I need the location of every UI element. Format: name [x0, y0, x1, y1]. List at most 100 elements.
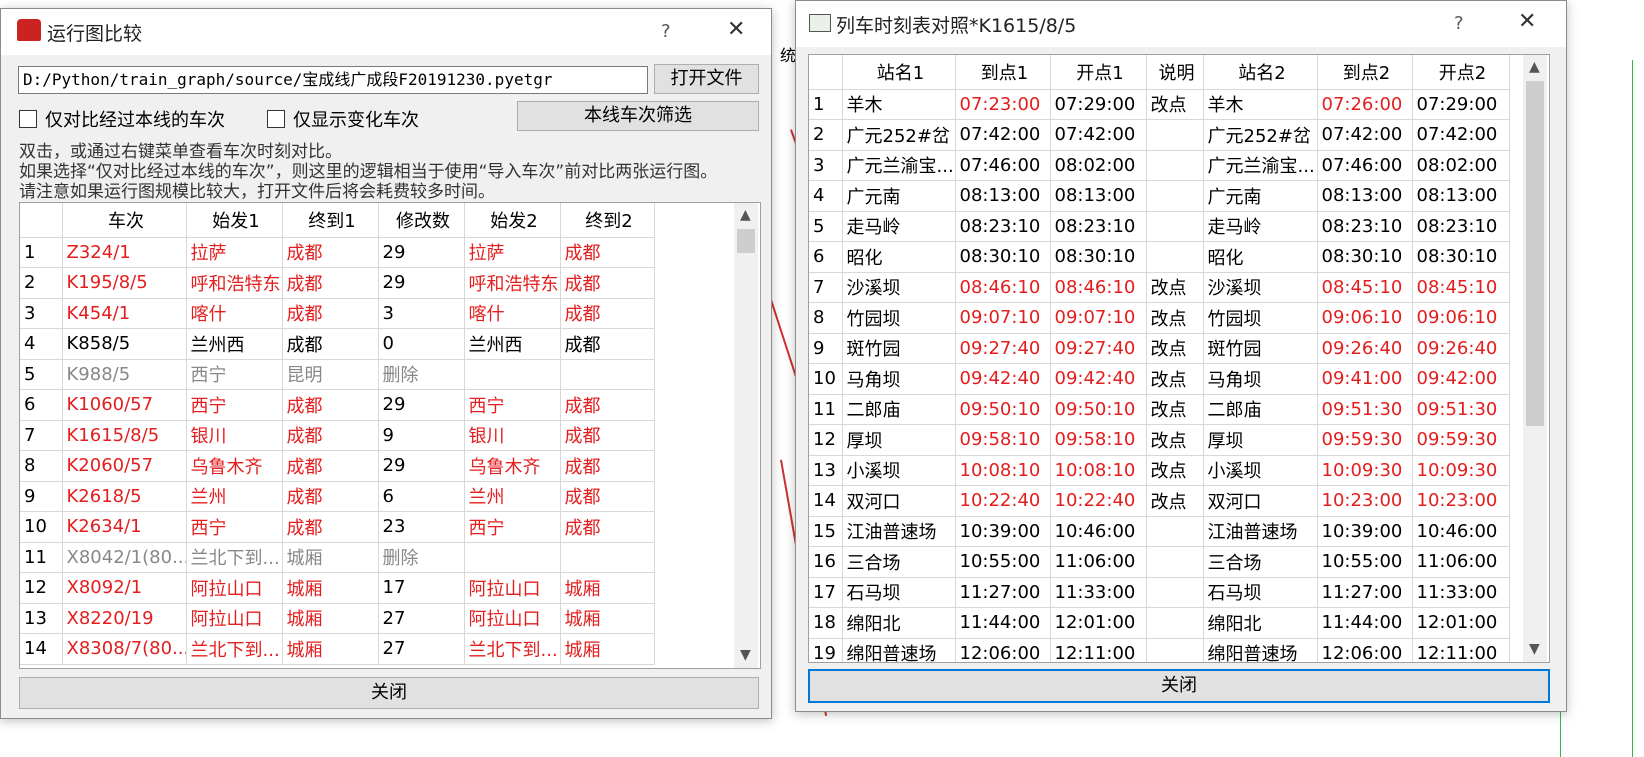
table-cell[interactable]: 银川 [186, 420, 283, 451]
row-number[interactable]: 3 [20, 298, 63, 329]
table-cell[interactable]: 广元南 [1203, 180, 1318, 212]
table-cell[interactable]: K1060/57 [62, 389, 187, 421]
table-cell[interactable]: 绵阳北 [1203, 607, 1318, 639]
row-number[interactable]: 11 [809, 394, 843, 425]
table-row[interactable]: 19 绵阳普速场 12:06:00 12:11:00 绵阳普速场 12:06:00 12:1… [809, 638, 1510, 662]
table-row[interactable]: 8 K2060/57 乌鲁木齐 成都 29 乌鲁木齐 成都 [20, 450, 655, 482]
table-cell[interactable]: 11:27:00 [955, 577, 1051, 608]
table-row[interactable]: 2 广元252#岔 07:42:00 07:42:00 广元252#岔 07:42:00 0… [809, 119, 1510, 151]
table-cell[interactable]: 09:27:40 [1050, 333, 1147, 364]
table-cell[interactable]: 三合场 [1203, 546, 1318, 578]
table-cell[interactable]: 08:02:00 [1412, 150, 1510, 181]
table-cell[interactable]: 10:46:00 [1412, 516, 1510, 547]
only-changed-checkbox[interactable]: 仅显示变化车次 [267, 106, 419, 132]
row-number[interactable]: 5 [809, 211, 843, 242]
scroll-up-icon[interactable]: ▲ [740, 207, 751, 223]
table-cell[interactable]: 竹园坝 [842, 302, 956, 334]
table-cell[interactable]: 厚坝 [1203, 424, 1318, 456]
row-number[interactable]: 18 [809, 607, 843, 639]
row-number[interactable]: 1 [809, 89, 843, 120]
table-cell[interactable]: 喀什 [464, 298, 561, 329]
table-cell[interactable] [1146, 607, 1204, 639]
close-icon[interactable]: ✕ [727, 17, 745, 42]
table-cell[interactable]: 07:46:00 [1317, 150, 1413, 181]
table-cell[interactable]: 11:06:00 [1050, 546, 1147, 578]
table-cell[interactable]: 27 [378, 603, 465, 634]
table-cell[interactable]: 08:46:10 [955, 272, 1051, 303]
table-cell[interactable]: 兰北下到... [464, 633, 561, 665]
scroll-thumb[interactable] [737, 229, 755, 253]
table-cell[interactable]: 三合场 [842, 546, 956, 578]
table-cell[interactable]: 西宁 [464, 389, 561, 421]
help-icon[interactable]: ? [661, 21, 671, 42]
table-cell[interactable]: 08:30:10 [1317, 241, 1413, 273]
table-cell[interactable]: 09:27:40 [955, 333, 1051, 364]
row-number[interactable]: 3 [809, 150, 843, 181]
row-number[interactable]: 13 [20, 603, 63, 634]
table-row[interactable]: 4 广元南 08:13:00 08:13:00 广元南 08:13:00 08:13:00 [809, 180, 1510, 212]
table-cell[interactable]: 成都 [282, 389, 379, 421]
right-close-button[interactable]: 关闭 [808, 669, 1550, 703]
table-cell[interactable]: 成都 [282, 267, 379, 299]
table-cell[interactable]: 双河口 [1203, 485, 1318, 517]
table-cell[interactable]: 羊木 [1203, 89, 1318, 120]
row-number[interactable]: 2 [809, 119, 843, 151]
row-number[interactable]: 1 [20, 237, 63, 268]
table-row[interactable]: 7 沙溪坝 08:46:10 08:46:10 改点 沙溪坝 08:45:10 08:45:1… [809, 272, 1510, 303]
table-cell[interactable]: 银川 [464, 420, 561, 451]
table-row[interactable]: 1 羊木 07:23:00 07:29:00 改点 羊木 07:26:00 07:29:00 [809, 89, 1510, 120]
table-cell[interactable]: 29 [378, 450, 465, 482]
table-cell[interactable]: 兰州西 [464, 328, 561, 360]
table-cell[interactable]: 绵阳普速场 [1203, 638, 1318, 662]
table-cell[interactable]: 阿拉山口 [186, 603, 283, 634]
row-number[interactable]: 4 [809, 180, 843, 212]
table-cell[interactable]: 10:22:40 [1050, 485, 1147, 517]
table-cell[interactable]: 双河口 [842, 485, 956, 517]
table-cell[interactable]: 成都 [560, 481, 655, 512]
table-row[interactable]: 10 马角坝 09:42:40 09:42:40 改点 马角坝 09:41:00 09:42:… [809, 363, 1510, 395]
table-cell[interactable]: 兰北下到... [186, 633, 283, 665]
row-number[interactable]: 8 [809, 302, 843, 334]
table-cell[interactable]: 喀什 [186, 298, 283, 329]
table-row[interactable]: 11 X8042/1(80... 兰北下到... 城厢 删除 [20, 542, 655, 573]
table-cell[interactable]: 厚坝 [842, 424, 956, 456]
table-cell[interactable]: 08:23:10 [1050, 211, 1147, 242]
table-cell[interactable]: 08:30:10 [955, 241, 1051, 273]
table-cell[interactable]: X8220/19 [62, 603, 187, 634]
help-icon[interactable]: ? [1454, 13, 1464, 34]
table-cell[interactable]: 09:51:30 [1317, 394, 1413, 425]
table-cell[interactable]: 兰北下到... [186, 542, 283, 573]
open-file-button[interactable]: 打开文件 [654, 64, 759, 94]
table-cell[interactable]: 拉萨 [464, 237, 561, 268]
table-cell[interactable]: 09:42:40 [955, 363, 1051, 395]
table-cell[interactable]: 07:29:00 [1412, 89, 1510, 120]
table-row[interactable]: 6 K1060/57 西宁 成都 29 西宁 成都 [20, 389, 655, 421]
table-cell[interactable]: 改点 [1146, 394, 1204, 425]
table-cell[interactable]: 09:07:10 [955, 302, 1051, 334]
table-cell[interactable]: 10:55:00 [1317, 546, 1413, 578]
table-cell[interactable]: 改点 [1146, 424, 1204, 456]
table-cell[interactable]: K2060/57 [62, 450, 187, 482]
table-row[interactable]: 5 走马岭 08:23:10 08:23:10 走马岭 08:23:10 08:23:10 [809, 211, 1510, 242]
table-row[interactable]: 7 K1615/8/5 银川 成都 9 银川 成都 [20, 420, 655, 451]
table-cell[interactable]: 改点 [1146, 455, 1204, 486]
table-cell[interactable]: 10:23:00 [1317, 485, 1413, 517]
table-cell[interactable]: 羊木 [842, 89, 956, 120]
table-cell[interactable] [464, 542, 561, 573]
table-cell[interactable]: 10:22:40 [955, 485, 1051, 517]
column-header[interactable]: 车次 [62, 203, 187, 238]
table-cell[interactable]: 小溪坝 [842, 455, 956, 486]
table-cell[interactable]: 兰州西 [186, 328, 283, 360]
table-cell[interactable]: 09:58:10 [1050, 424, 1147, 456]
table-cell[interactable]: 17 [378, 572, 465, 604]
row-number[interactable]: 6 [20, 389, 63, 421]
table-cell[interactable]: 广元兰渝宝... [842, 150, 956, 181]
table-cell[interactable]: 乌鲁木齐 [464, 450, 561, 482]
table-cell[interactable]: 沙溪坝 [842, 272, 956, 303]
table-row[interactable]: 6 昭化 08:30:10 08:30:10 昭化 08:30:10 08:30:10 [809, 241, 1510, 273]
table-cell[interactable]: 12:01:00 [1050, 607, 1147, 639]
table-cell[interactable]: 改点 [1146, 485, 1204, 517]
table-cell[interactable]: 成都 [560, 389, 655, 421]
table-cell[interactable]: 09:41:00 [1317, 363, 1413, 395]
table-row[interactable]: 1 Z324/1 拉萨 成都 29 拉萨 成都 [20, 237, 655, 268]
